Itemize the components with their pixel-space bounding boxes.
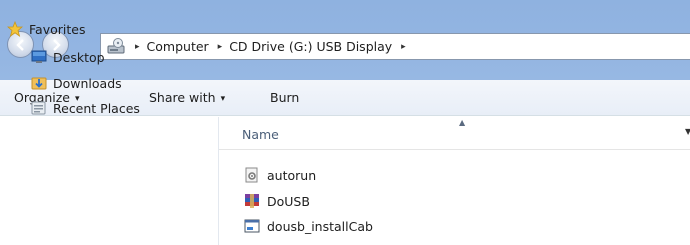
navigation-pane <box>0 117 218 245</box>
sort-ascending-icon: ▲ <box>459 118 466 127</box>
sidebar-item-label: Recent Places <box>53 100 140 116</box>
breadcrumb-cd-drive[interactable]: CD Drive (G:) USB Display <box>229 39 392 54</box>
file-name: DoUSB <box>267 193 310 209</box>
file-row-dousb[interactable]: DoUSB <box>244 191 310 211</box>
window-top-band: ▸ Computer ▸ CD Drive (G:) USB Display ▸ <box>0 0 690 80</box>
column-header-row: Name ▲ ▼ <box>219 117 690 150</box>
breadcrumb-separator[interactable]: ▸ <box>218 42 223 52</box>
sidebar-item-label: Downloads <box>53 75 122 91</box>
settings-file-icon <box>244 167 260 183</box>
column-header-name[interactable]: Name <box>242 127 279 142</box>
breadcrumb-computer[interactable]: Computer <box>147 39 209 54</box>
sidebar-item-label: Favorites <box>29 21 86 37</box>
sidebar-item-downloads[interactable]: Downloads <box>31 73 122 93</box>
share-with-label: Share with <box>149 90 216 105</box>
sidebar-item-desktop[interactable]: Desktop <box>31 47 105 67</box>
sidebar-item-favorites[interactable]: Favorites <box>6 19 86 39</box>
burn-button[interactable]: Burn <box>270 90 299 105</box>
archive-icon <box>244 193 260 209</box>
sidebar-item-recent-places[interactable]: Recent Places <box>31 98 140 118</box>
installer-icon <box>244 218 260 234</box>
address-bar[interactable]: ▸ Computer ▸ CD Drive (G:) USB Display ▸ <box>100 33 690 60</box>
file-row-autorun[interactable]: autorun <box>244 165 316 185</box>
share-with-button[interactable]: Share with ▾ <box>149 90 225 105</box>
star-icon <box>6 20 24 37</box>
cd-drive-icon <box>106 37 126 57</box>
breadcrumb-separator[interactable]: ▸ <box>401 42 406 52</box>
downloads-folder-icon <box>31 75 47 91</box>
back-arrow-icon <box>16 39 24 51</box>
file-name: autorun <box>267 167 317 183</box>
desktop-icon <box>31 49 47 65</box>
sidebar-item-label: Desktop <box>53 49 105 65</box>
breadcrumb-separator[interactable]: ▸ <box>135 42 140 52</box>
recent-places-icon <box>31 100 47 116</box>
chevron-down-icon: ▾ <box>220 94 226 104</box>
file-row-dousb-installcab[interactable]: dousb_installCab <box>244 216 373 236</box>
file-name: dousb_installCab <box>267 218 373 234</box>
column-dropdown-icon[interactable]: ▼ <box>685 127 690 136</box>
